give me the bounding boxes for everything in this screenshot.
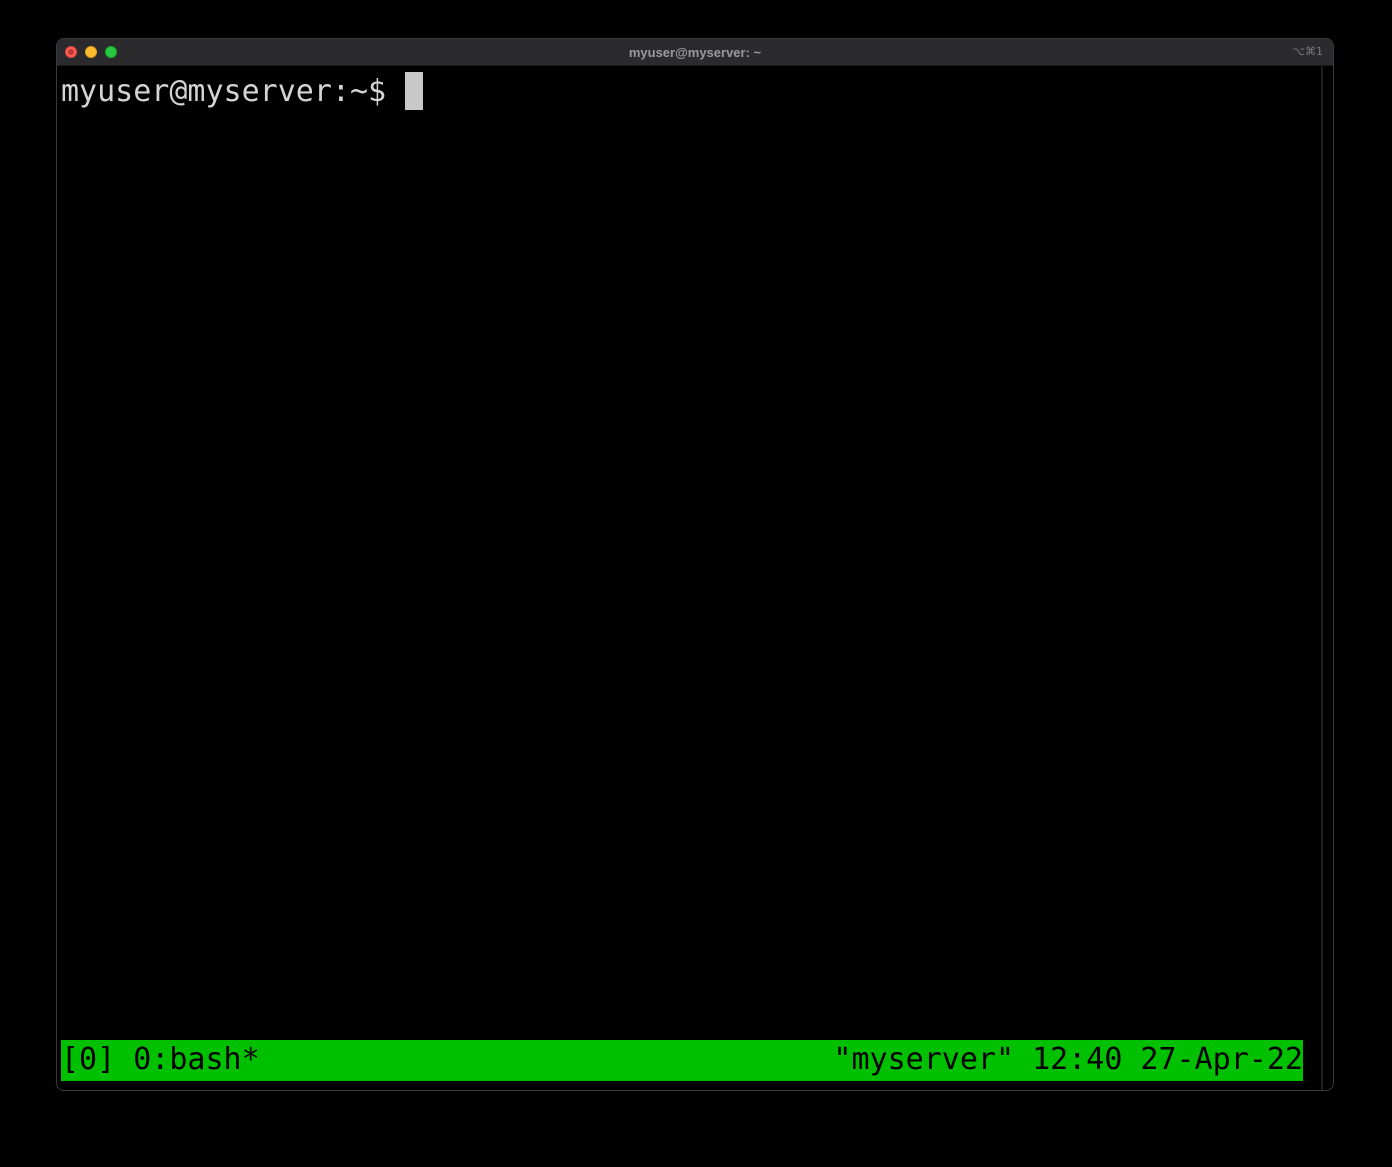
tmux-status-bar: [0] 0:bash* "myserver" 12:40 27-Apr-22: [61, 1040, 1303, 1081]
scrollbar-track[interactable]: [1321, 66, 1323, 1090]
tmux-window-list[interactable]: [0] 0:bash*: [61, 1042, 260, 1077]
prompt-line: myuser@myserver:~$: [61, 72, 424, 110]
tmux-status-right: "myserver" 12:40 27-Apr-22: [833, 1042, 1303, 1077]
window-shortcut-label: ⌥⌘1: [1292, 45, 1323, 58]
window-title: myuser@myserver: ~: [628, 45, 762, 60]
terminal-content-area[interactable]: myuser@myserver:~$ [0] 0:bash* "myserver…: [57, 66, 1321, 1090]
terminal-window: myuser@myserver: ~ ⌥⌘1 myuser@myserver:~…: [56, 38, 1334, 1091]
text-cursor: [405, 72, 424, 110]
title-bar[interactable]: myuser@myserver: ~ ⌥⌘1: [57, 39, 1333, 66]
shell-prompt: myuser@myserver:~$: [61, 73, 387, 109]
